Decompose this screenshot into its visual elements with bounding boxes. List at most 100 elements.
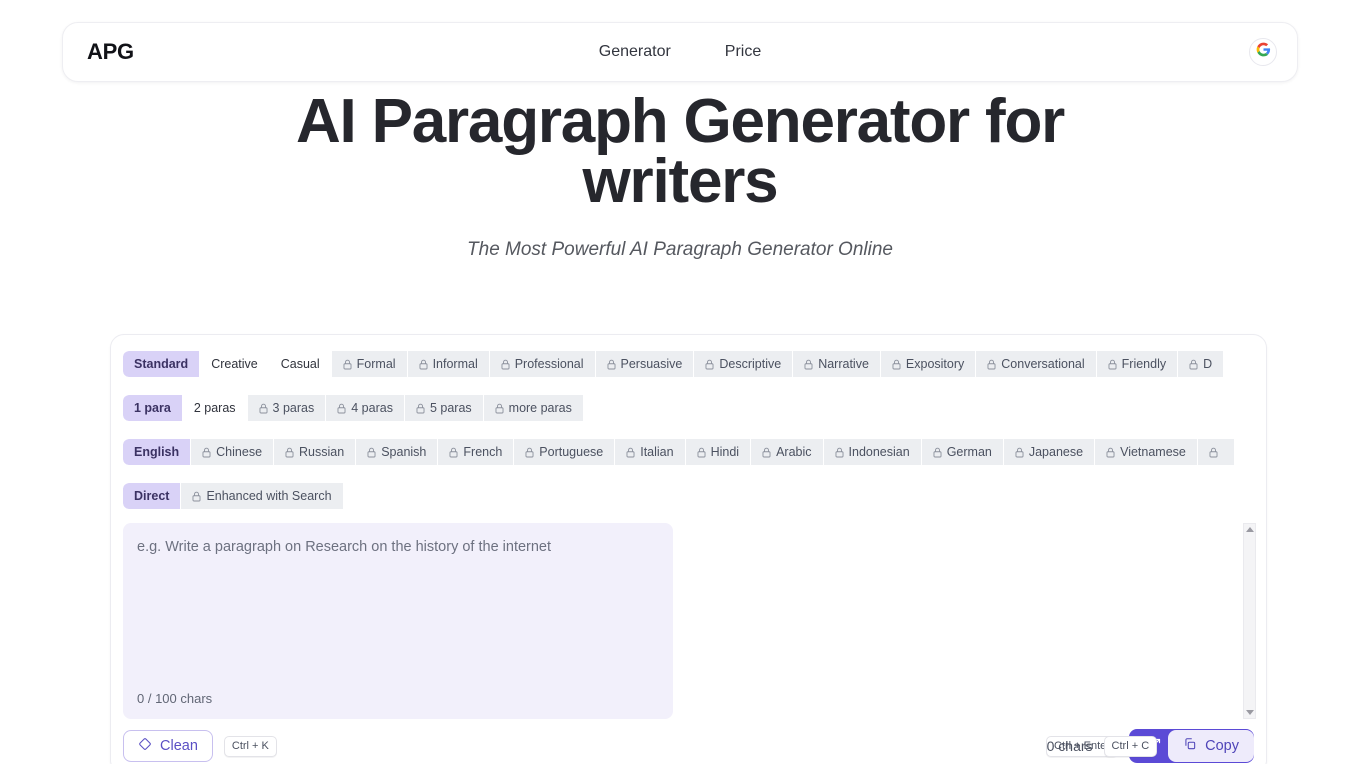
option-chip[interactable]: Enhanced with Search <box>181 483 344 509</box>
option-chip-label: Arabic <box>776 445 812 459</box>
option-chip-label: Narrative <box>818 357 869 371</box>
option-chip-label: Chinese <box>216 445 263 459</box>
option-chip-label: Japanese <box>1028 445 1084 459</box>
option-chip[interactable]: D <box>1178 351 1225 377</box>
mode-option-row: Direct Enhanced with Search <box>123 483 353 509</box>
lock-icon <box>1015 447 1024 458</box>
option-chip[interactable] <box>1197 439 1235 465</box>
lock-icon <box>1209 447 1218 458</box>
lock-icon <box>705 359 714 370</box>
paragraph-option-row: 1 para 2 paras 3 paras 4 paras 5 paras more p… <box>123 395 1255 421</box>
language-option-row: English Chinese Russian Spanish French Portug… <box>123 439 1255 465</box>
lock-icon <box>285 447 294 458</box>
option-chip-label: 4 paras <box>351 401 393 415</box>
option-chip[interactable]: 3 paras <box>247 395 327 421</box>
option-chip[interactable]: Friendly <box>1096 351 1179 377</box>
option-chip-label: Creative <box>211 357 258 371</box>
option-chip[interactable]: Narrative <box>793 351 881 377</box>
option-chip-label: 5 paras <box>429 401 472 415</box>
copy-shortcut-chip: Ctrl + C <box>1103 735 1158 757</box>
option-chip[interactable]: Formal <box>331 351 408 377</box>
option-chip[interactable]: 2 paras <box>182 395 248 421</box>
lock-icon <box>202 447 211 458</box>
option-chip[interactable]: Russian <box>274 439 357 465</box>
main-nav: Generator Price <box>63 43 1297 61</box>
lock-icon <box>626 447 635 458</box>
option-chip-label: Indonesian <box>848 445 910 459</box>
option-chip[interactable]: 5 paras <box>404 395 484 421</box>
copy-button-label: Copy <box>1205 738 1239 754</box>
lock-icon <box>449 447 458 458</box>
option-chip[interactable]: Conversational <box>976 351 1097 377</box>
option-chip[interactable]: Hindi <box>685 439 752 465</box>
lock-icon <box>607 359 616 370</box>
lock-icon <box>259 403 268 414</box>
option-chip-label: Professional <box>514 357 584 371</box>
output-scrollbar[interactable] <box>1243 523 1256 719</box>
page-subtitle: The Most Powerful AI Paragraph Generator… <box>467 239 893 260</box>
lock-icon <box>762 447 771 458</box>
account-button[interactable] <box>1249 38 1277 66</box>
lock-icon <box>892 359 901 370</box>
option-chip[interactable]: Expository <box>880 351 977 377</box>
option-chip[interactable]: Casual <box>269 351 332 377</box>
option-chip[interactable]: more paras <box>483 395 584 421</box>
lock-icon <box>835 447 844 458</box>
option-chip-label: German <box>946 445 992 459</box>
lock-icon <box>1108 359 1117 370</box>
option-chip-label: Italian <box>640 445 674 459</box>
prompt-editor[interactable]: e.g. Write a paragraph on Research on th… <box>123 523 673 719</box>
option-chip-label: Direct <box>134 489 170 503</box>
option-chip[interactable]: Direct <box>123 483 182 509</box>
option-chip-label: Casual <box>280 357 320 371</box>
option-chip[interactable]: Descriptive <box>694 351 794 377</box>
option-chip[interactable]: Spanish <box>356 439 439 465</box>
lock-icon <box>343 359 352 370</box>
option-chip[interactable]: Arabic <box>751 439 824 465</box>
lock-icon <box>501 359 510 370</box>
lock-icon <box>1189 359 1198 370</box>
option-chip[interactable]: French <box>438 439 515 465</box>
scroll-up-icon[interactable] <box>1245 527 1254 532</box>
lock-icon <box>697 447 706 458</box>
output-toolbar: 0 chars Ctrl + C Copy <box>1047 727 1254 764</box>
option-chip-label: Vietnamese <box>1120 445 1186 459</box>
lock-icon <box>337 403 346 414</box>
lock-icon <box>495 403 504 414</box>
option-chip-label: Descriptive <box>719 357 782 371</box>
option-chip[interactable]: Indonesian <box>823 439 922 465</box>
option-chip[interactable]: English <box>123 439 192 465</box>
option-chip[interactable]: Vietnamese <box>1095 439 1198 465</box>
lock-icon <box>192 491 201 502</box>
option-chip[interactable]: 1 para <box>123 395 183 421</box>
option-chip[interactable]: Professional <box>489 351 596 377</box>
option-chip-label: Informal <box>432 357 478 371</box>
option-chip[interactable]: Standard <box>123 351 201 377</box>
clean-shortcut-chip: Ctrl + K <box>223 735 277 757</box>
option-chip-label: Friendly <box>1121 357 1167 371</box>
scroll-down-icon[interactable] <box>1245 710 1254 715</box>
option-chip[interactable]: Chinese <box>191 439 275 465</box>
option-chip[interactable]: Informal <box>407 351 490 377</box>
option-chip[interactable]: Creative <box>200 351 270 377</box>
output-char-count: 0 chars <box>1046 738 1093 754</box>
option-chip-label: D <box>1203 357 1213 371</box>
option-chip-label: Russian <box>299 445 345 459</box>
option-chip-label: Persuasive <box>620 357 683 371</box>
clean-button[interactable]: Clean <box>123 730 213 762</box>
copy-button[interactable]: Copy <box>1168 730 1254 762</box>
nav-link-price[interactable]: Price <box>725 43 761 61</box>
option-chip[interactable]: Italian <box>615 439 686 465</box>
copy-icon <box>1183 737 1197 755</box>
lock-icon <box>933 447 942 458</box>
option-chip-label: Portuguese <box>539 445 604 459</box>
option-chip[interactable]: Japanese <box>1003 439 1096 465</box>
option-chip-label: Spanish <box>381 445 427 459</box>
option-chip[interactable]: Persuasive <box>595 351 695 377</box>
option-chip-label: English <box>134 445 180 459</box>
option-chip-label: 3 paras <box>272 401 315 415</box>
nav-link-generator[interactable]: Generator <box>599 43 671 61</box>
option-chip[interactable]: 4 paras <box>326 395 405 421</box>
option-chip[interactable]: German <box>921 439 1004 465</box>
option-chip[interactable]: Portuguese <box>514 439 616 465</box>
